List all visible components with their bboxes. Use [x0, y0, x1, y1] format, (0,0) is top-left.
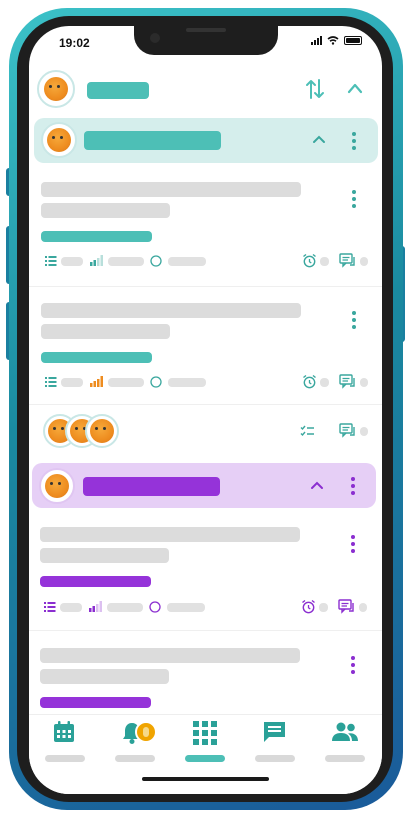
nav-notifications[interactable] [105, 715, 165, 775]
list-icon [45, 256, 57, 266]
priority-bars-icon [90, 376, 103, 387]
status-circle-icon [150, 376, 162, 388]
app-screen: 19:02 [29, 26, 382, 794]
meta-placeholder [359, 603, 367, 612]
priority-bars-icon [90, 255, 103, 266]
kebab-icon[interactable] [351, 535, 355, 553]
chat-icon [264, 722, 285, 742]
nav-label-placeholder [325, 755, 365, 762]
group-avatar [39, 468, 75, 504]
kebab-icon[interactable] [351, 477, 355, 495]
meta-placeholder [319, 603, 328, 612]
comments-icon[interactable] [338, 599, 355, 614]
notch [134, 26, 278, 55]
octopus-avatar-icon [90, 419, 114, 443]
comments-icon[interactable] [339, 374, 356, 389]
meta-placeholder [167, 603, 205, 612]
group-avatar [41, 122, 77, 158]
meta-placeholder [168, 257, 206, 266]
meta-placeholder [360, 427, 368, 436]
user-avatar[interactable] [37, 70, 75, 108]
list-icon [44, 602, 56, 612]
list-icon [45, 377, 57, 387]
meta-placeholder [320, 257, 329, 266]
group-title-placeholder [83, 477, 220, 496]
divider [29, 404, 382, 405]
alarm-icon[interactable] [301, 599, 316, 614]
nav-calendar[interactable] [35, 715, 95, 775]
comments-icon[interactable] [339, 423, 356, 438]
meta-placeholder [60, 603, 82, 612]
member-avatar[interactable] [85, 414, 119, 448]
comments-icon[interactable] [339, 253, 356, 268]
status-time: 19:02 [59, 36, 90, 50]
checklist-icon[interactable] [300, 425, 315, 437]
octopus-avatar-icon [47, 128, 71, 152]
speaker [186, 28, 226, 32]
nav-label-placeholder [255, 755, 295, 762]
kebab-icon[interactable] [352, 311, 356, 329]
meta-placeholder [61, 257, 83, 266]
grid-apps-icon [193, 721, 217, 745]
task-title-placeholder [41, 182, 301, 197]
status-circle-icon [149, 601, 161, 613]
priority-bars-icon [89, 601, 102, 612]
divider [29, 286, 382, 287]
home-indicator[interactable] [142, 777, 269, 781]
task-subtitle-placeholder [41, 203, 170, 218]
meta-placeholder [107, 603, 143, 612]
task-subtitle-placeholder [40, 669, 169, 684]
status-circle-icon [150, 255, 162, 267]
meta-placeholder [108, 378, 144, 387]
kebab-icon[interactable] [351, 656, 355, 674]
bottom-nav [29, 714, 382, 794]
chevron-up-icon[interactable] [312, 134, 326, 144]
task-tag-placeholder [40, 576, 151, 587]
group-title-placeholder [84, 131, 221, 150]
meta-placeholder [168, 378, 206, 387]
meta-placeholder [320, 378, 329, 387]
task-title-placeholder [40, 648, 300, 663]
nav-label-placeholder [115, 755, 155, 762]
battery-icon [344, 36, 362, 45]
alarm-icon[interactable] [302, 374, 317, 389]
task-title-placeholder [41, 303, 301, 318]
signal-icon [311, 36, 322, 45]
meta-placeholder [360, 257, 368, 266]
header-title-placeholder [87, 82, 149, 99]
chevron-up-icon[interactable] [310, 480, 324, 490]
phone-mockup: 19:02 [0, 0, 411, 818]
notification-badge [135, 721, 157, 743]
nav-label-placeholder [45, 755, 85, 762]
octopus-avatar-icon [44, 77, 68, 101]
nav-people[interactable] [315, 715, 375, 775]
calendar-icon [54, 721, 74, 742]
task-tag-placeholder [41, 231, 152, 242]
task-tag-placeholder [40, 697, 151, 708]
task-subtitle-placeholder [40, 548, 169, 563]
status-icons [311, 36, 362, 45]
divider [29, 630, 382, 631]
wifi-icon [327, 36, 339, 45]
task-tag-placeholder [41, 352, 152, 363]
people-icon [332, 722, 358, 741]
octopus-avatar-icon [45, 474, 69, 498]
kebab-icon[interactable] [352, 132, 356, 150]
kebab-icon[interactable] [352, 190, 356, 208]
sort-swap-icon[interactable] [305, 78, 325, 100]
alarm-icon[interactable] [302, 253, 317, 268]
meta-placeholder [61, 378, 83, 387]
nav-chat[interactable] [245, 715, 305, 775]
chevron-up-icon[interactable] [347, 82, 363, 94]
meta-placeholder [108, 257, 144, 266]
task-subtitle-placeholder [41, 324, 170, 339]
meta-placeholder [360, 378, 368, 387]
task-title-placeholder [40, 527, 300, 542]
nav-apps[interactable] [175, 715, 235, 775]
front-camera [150, 33, 160, 43]
nav-label-placeholder-active [185, 755, 225, 762]
